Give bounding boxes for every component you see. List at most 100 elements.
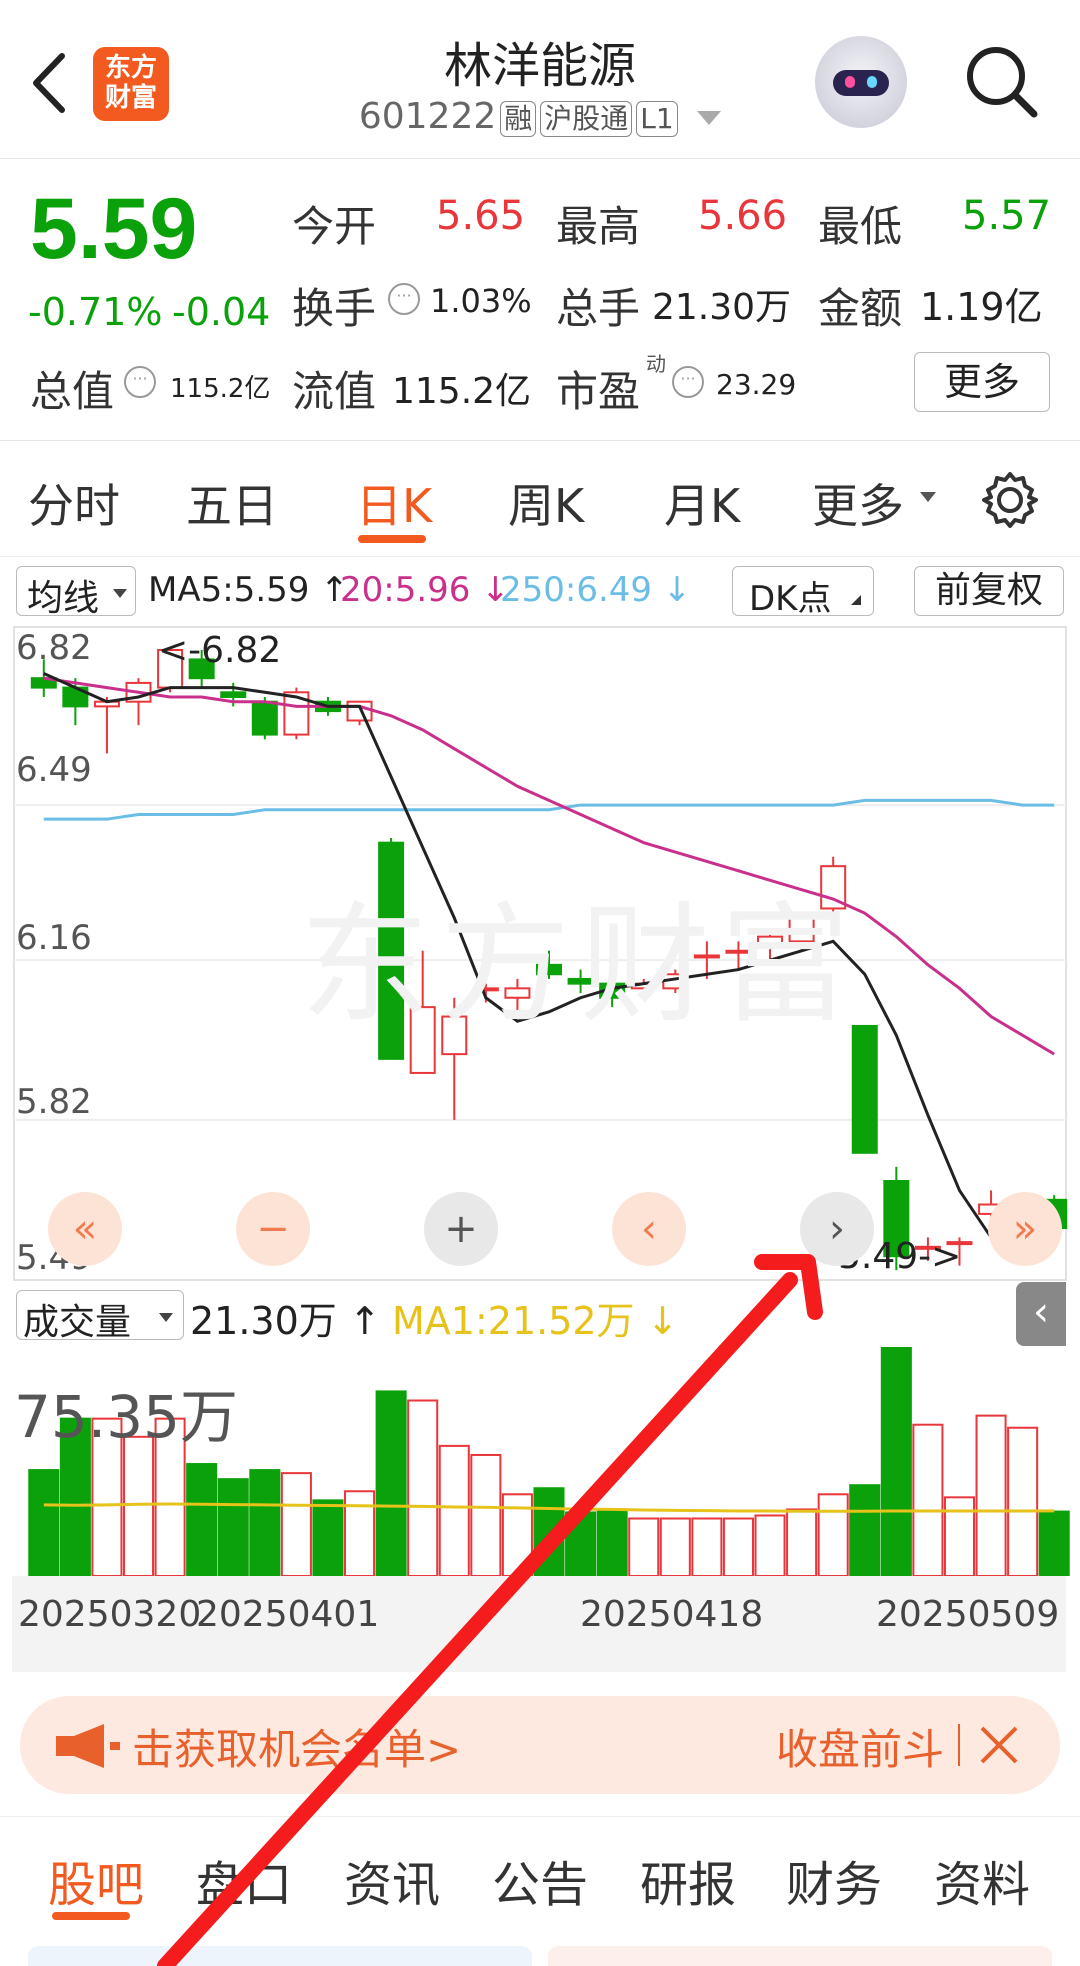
change-amount: -0.04 [172,290,271,334]
volume-ma1: MA1:21.52万 ↓ [392,1299,679,1343]
divider [0,1816,1080,1817]
date-label: 20250418 [580,1594,764,1635]
volume-selector-label: 成交量 [23,1302,132,1343]
date-label: 20250320 [18,1594,202,1635]
candle-body [725,949,752,954]
tab-more[interactable]: 更多 [812,470,904,536]
ma20-line [43,676,1055,1056]
volume-bar [1007,1426,1039,1576]
scroll-left-button[interactable]: ‹ [612,1192,686,1266]
adjust-button[interactable]: 前复权 [914,566,1064,616]
tab-daily-k[interactable]: 日K [356,470,432,536]
info-icon[interactable]: ··· [124,366,156,398]
header-bar: 东方财富 林洋能源 601222 融沪股通 L1 [0,0,1080,159]
stock-code-line[interactable]: 601222 融沪股通 L1 [0,96,1080,137]
robot-assistant-icon[interactable] [815,36,907,128]
collapse-panel-button[interactable]: ‹ [1016,1282,1066,1346]
dk-label: DK点 [749,579,832,619]
price-axis-label: 6.49 [16,750,92,790]
dropdown-caret-icon[interactable] [697,111,722,125]
volume-bar [344,1490,376,1576]
low-label: 最低 [818,202,903,251]
banner-right-text: 收盘前斗 [776,1725,945,1774]
volume-value: 21.30万 [652,287,792,328]
tag-margin: 融 [500,101,537,137]
info-icon[interactable]: ··· [388,283,420,315]
candle-body [378,841,405,1060]
ma5-value: MA5:5.59 ↑ [148,570,349,610]
settings-gear-icon[interactable] [980,470,1040,530]
info-icon[interactable]: ··· [672,366,704,398]
divider [0,440,1080,441]
volume-bar [533,1487,565,1576]
volume-current-text: 21.30万 [190,1299,337,1343]
tab-minute[interactable]: 分时 [28,470,120,536]
tab-weekly-k[interactable]: 周K [508,470,584,536]
scroll-far-right-button[interactable]: » [988,1192,1062,1266]
volume-bar [280,1472,312,1576]
candle-body [757,935,784,948]
candle-body [251,700,278,736]
volume-bar [1038,1510,1070,1576]
volume-bar [880,1347,912,1576]
candlestick-chart[interactable] [0,625,1080,1285]
scroll-far-left-button[interactable]: « [48,1192,122,1266]
amount-value: 1.19亿 [920,285,1043,329]
ma5-text: MA5:5.59 [148,570,310,610]
candle-body [441,1015,468,1056]
open-value: 5.65 [436,193,526,239]
pe-label: 市盈 [556,367,641,416]
caret-down-icon [159,1313,173,1322]
tab-profile[interactable]: 资料 [934,1845,1030,1915]
tab-research[interactable]: 研报 [640,1845,736,1915]
candle-body [567,977,594,985]
tab-financials[interactable]: 财务 [786,1845,882,1915]
ma-selector-label: 均线 [27,578,100,619]
volume-selector[interactable]: 成交量 [16,1290,184,1343]
active-tab-indicator [358,535,426,543]
date-label: 20250509 [876,1594,1060,1635]
zoom-in-button[interactable]: + [424,1192,498,1266]
candle-body [220,691,247,698]
scroll-right-button[interactable]: › [800,1192,874,1266]
amount-label: 金额 [818,284,903,333]
dk-point-button[interactable]: DK点 [732,566,874,619]
volume-bar [754,1514,786,1576]
volume-bar [470,1453,502,1576]
volume-bar [217,1478,249,1576]
corner-caret-icon [851,595,861,605]
tab-monthly-k[interactable]: 月K [664,470,740,536]
candle-body [409,1006,436,1074]
candle-body [346,700,373,722]
banner-text: 击获取机会名单> [132,1725,462,1774]
caret-down-icon [113,589,127,598]
candle-body [472,987,499,992]
volume-bar [943,1496,976,1576]
tab-forum[interactable]: 股吧 [48,1845,144,1915]
more-button[interactable]: 更多 [914,352,1050,412]
zoom-out-button[interactable]: − [236,1192,310,1266]
last-price: 5.59 [30,181,198,277]
volume-bar [407,1399,439,1576]
mktcap-value: 115.2亿 [170,374,271,404]
volume-bar [628,1517,660,1576]
close-icon[interactable] [978,1724,1020,1766]
card-peek [548,1946,1052,1966]
high-value: 5.66 [698,193,788,239]
mktcap-label: 总值 [30,367,115,416]
tab-five-day[interactable]: 五日 [186,470,278,536]
ma250-value: 250:6.49 ↓ [500,570,692,610]
banner-divider [958,1724,960,1766]
pe-dynamic-mark: 动 [646,352,666,376]
promo-banner[interactable]: 击获取机会名单> 收盘前斗 [20,1696,1060,1794]
tab-announcements[interactable]: 公告 [492,1845,588,1915]
ma-selector[interactable]: 均线 [16,566,136,619]
volume-bar [849,1484,881,1576]
price-axis-label: 6.16 [16,918,92,958]
tab-orderbook[interactable]: 盘口 [196,1845,292,1915]
more-caret-icon [920,492,936,502]
stock-name: 林洋能源 [443,38,636,94]
search-icon[interactable] [962,42,1042,122]
volume-bar [375,1390,407,1576]
tab-news[interactable]: 资讯 [344,1845,440,1915]
